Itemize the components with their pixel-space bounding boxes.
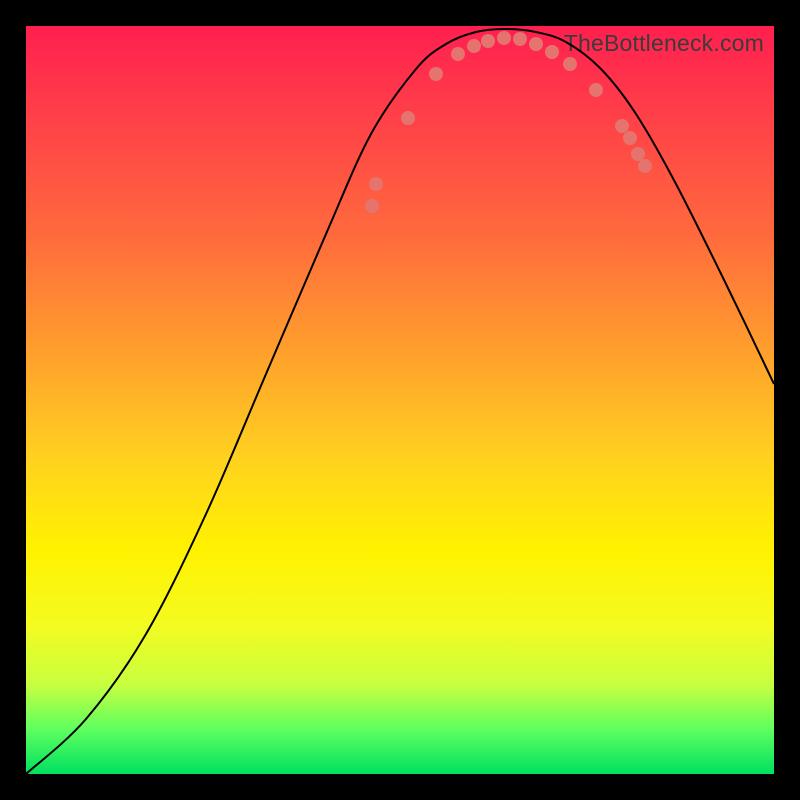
curve-marker xyxy=(451,47,465,61)
curve-marker xyxy=(529,37,543,51)
chart-frame: TheBottleneck.com xyxy=(0,0,800,800)
curve-marker xyxy=(589,83,603,97)
curve-marker xyxy=(513,32,527,46)
curve-marker xyxy=(429,67,443,81)
curve-marker xyxy=(615,119,629,133)
curve-marker xyxy=(497,31,511,45)
curve-marker xyxy=(481,34,495,48)
curve-marker xyxy=(545,45,559,59)
chart-plot-area: TheBottleneck.com xyxy=(26,26,774,774)
bottleneck-curve xyxy=(26,29,774,774)
curve-marker xyxy=(631,147,645,161)
curve-marker xyxy=(467,39,481,53)
curve-marker xyxy=(563,57,577,71)
marker-group xyxy=(365,31,652,213)
curve-marker xyxy=(638,159,652,173)
curve-marker xyxy=(369,177,383,191)
curve-marker xyxy=(623,131,637,145)
curve-marker xyxy=(401,111,415,125)
curve-marker xyxy=(365,199,379,213)
chart-svg xyxy=(26,26,774,774)
